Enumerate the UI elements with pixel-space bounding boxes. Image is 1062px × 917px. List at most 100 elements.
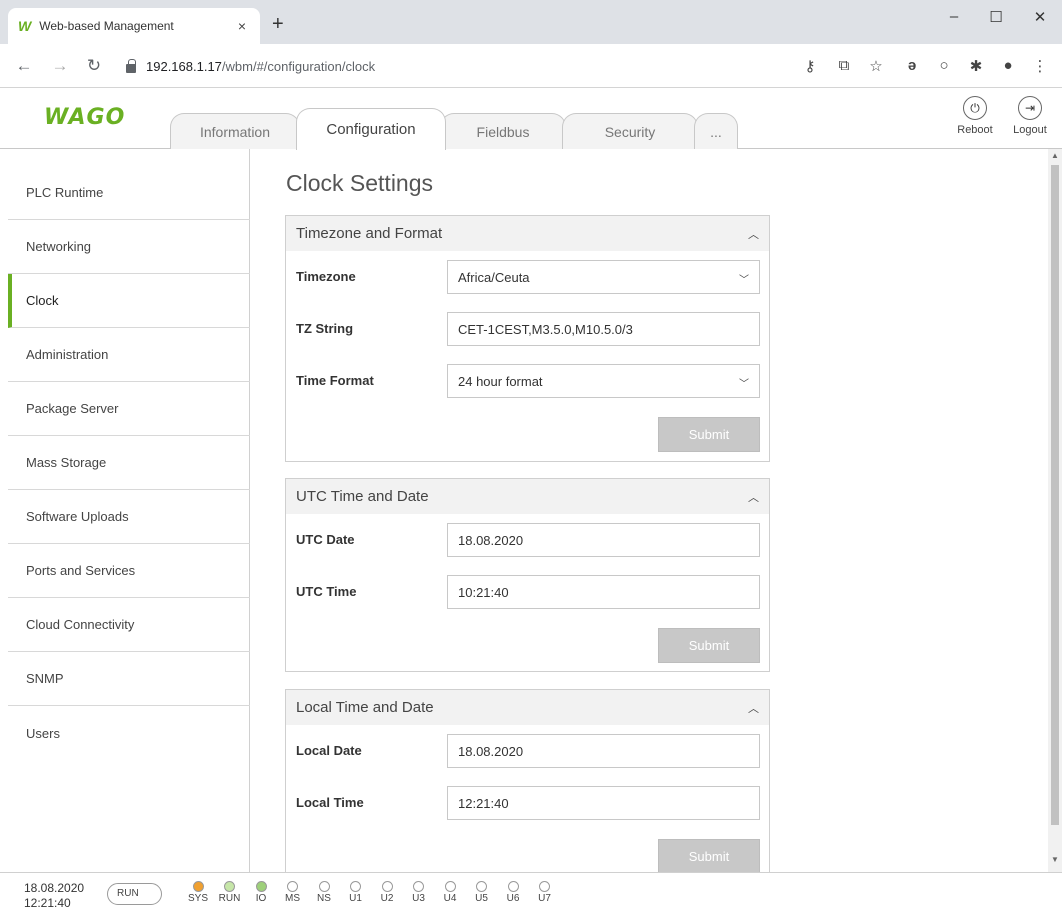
led-dot — [255, 881, 267, 892]
profile-avatar-icon[interactable]: ● — [998, 57, 1018, 74]
minimize-button[interactable]: – — [944, 8, 964, 25]
sidebar-item-snmp[interactable]: SNMP — [8, 652, 250, 706]
browser-title-bar: W Web-based Management × + – ☐ ✕ — [0, 0, 1062, 44]
utc-time-row: UTC Time 10:21:40 — [286, 575, 769, 609]
timezone-submit-button[interactable]: Submit — [658, 417, 760, 452]
led-u1: U1 — [344, 881, 368, 904]
tab-configuration[interactable]: Configuration — [296, 108, 446, 150]
led-label: U5 — [475, 893, 488, 904]
logout-button[interactable]: ⇥ Logout — [1010, 96, 1050, 136]
sidebar-item-users[interactable]: Users — [8, 706, 250, 760]
led-run: RUN — [218, 881, 242, 904]
utc-date-input[interactable]: 18.08.2020 — [447, 523, 760, 557]
url-text: 192.168.1.17/wbm/#/configuration/clock — [146, 58, 376, 74]
led-label: U2 — [380, 893, 394, 904]
led-dot — [539, 881, 550, 892]
sidebar-item-administration[interactable]: Administration — [8, 328, 250, 382]
wago-logo: WAGO — [44, 105, 126, 130]
forward-arrow-icon[interactable]: → — [50, 56, 70, 76]
sidebar-item-ports-and-services[interactable]: Ports and Services — [8, 544, 250, 598]
chevron-down-icon: ﹀ — [739, 275, 749, 286]
panel-header[interactable]: Local Time and Date ︿ — [286, 690, 769, 725]
run-switch[interactable]: RUN — [107, 883, 162, 905]
led-dot — [476, 881, 487, 892]
scroll-up-icon[interactable]: ▲ — [1048, 151, 1062, 160]
led-label: U7 — [538, 893, 551, 904]
logout-label: Logout — [1013, 124, 1047, 136]
timezone-select[interactable]: Africa/Ceuta ﹀ — [447, 260, 760, 294]
timezone-label: Timezone — [296, 269, 356, 284]
local-submit-button[interactable]: Submit — [658, 839, 760, 872]
timezone-format-panel: Timezone and Format ︿ Timezone Africa/Ce… — [285, 215, 770, 462]
menu-kebab-icon[interactable]: ⋮ — [1030, 57, 1050, 75]
tz-string-row: TZ String CET-1CEST,M3.5.0,M10.5.0/3 — [286, 312, 769, 346]
led-u3: U3 — [407, 881, 431, 904]
bookmark-star-icon[interactable]: ☆ — [866, 57, 886, 75]
led-label: RUN — [218, 893, 241, 904]
extension-a-icon[interactable]: ə — [902, 57, 922, 74]
sidebar-item-package-server[interactable]: Package Server — [8, 382, 250, 436]
chevron-down-icon: ﹀ — [739, 379, 749, 390]
tz-string-input[interactable]: CET-1CEST,M3.5.0,M10.5.0/3 — [447, 312, 760, 346]
reboot-label: Reboot — [957, 124, 993, 136]
browser-tab-title: Web-based Management — [39, 19, 174, 33]
panel-header[interactable]: Timezone and Format ︿ — [286, 216, 769, 251]
new-tab-button[interactable]: + — [272, 14, 284, 34]
close-tab-icon[interactable]: × — [234, 18, 250, 34]
led-u7: U7 — [533, 881, 557, 904]
tab-security[interactable]: Security — [562, 113, 698, 149]
led-sys: SYS — [186, 881, 210, 904]
utc-submit-button[interactable]: Submit — [658, 628, 760, 663]
sidebar-item-software-uploads[interactable]: Software Uploads — [8, 490, 250, 544]
extension-circle-icon[interactable]: ○ — [934, 57, 954, 74]
reboot-button[interactable]: ⏻ Reboot — [955, 96, 995, 136]
led-dot — [224, 881, 235, 892]
panel-header[interactable]: UTC Time and Date ︿ — [286, 479, 769, 514]
led-label: U6 — [506, 893, 520, 904]
panel-title: Local Time and Date — [296, 699, 434, 716]
scroll-down-icon[interactable]: ▼ — [1048, 855, 1062, 864]
scrollbar-thumb[interactable] — [1051, 165, 1059, 825]
local-time-label: Local Time — [296, 795, 364, 810]
led-io: IO — [249, 881, 273, 904]
key-icon[interactable]: ⚷ — [800, 57, 820, 75]
maximize-button[interactable]: ☐ — [986, 8, 1006, 26]
page-scrollbar[interactable]: ▲ ▼ — [1048, 149, 1062, 872]
back-arrow-icon[interactable]: ← — [14, 56, 34, 76]
local-time-input[interactable]: 12:21:40 — [447, 786, 760, 820]
browser-tab[interactable]: W Web-based Management × — [8, 8, 260, 44]
extensions-puzzle-icon[interactable]: ✱ — [966, 57, 986, 75]
local-time-date-panel: Local Time and Date ︿ Local Date 18.08.2… — [285, 689, 770, 872]
translate-icon[interactable]: ⧉ — [834, 57, 854, 74]
tz-string-value: CET-1CEST,M3.5.0,M10.5.0/3 — [458, 321, 633, 337]
logout-icon: ⇥ — [1018, 96, 1042, 120]
reload-icon[interactable]: ↻ — [84, 56, 104, 76]
chevron-up-icon[interactable]: ︿ — [748, 226, 759, 242]
close-window-button[interactable]: ✕ — [1030, 8, 1050, 26]
led-dot — [318, 881, 330, 892]
utc-time-input[interactable]: 10:21:40 — [447, 575, 760, 609]
led-u4: U4 — [438, 881, 462, 904]
led-label: IO — [255, 893, 267, 904]
timezone-value: Africa/Ceuta — [458, 269, 530, 285]
time-format-value: 24 hour format — [458, 373, 543, 389]
chevron-up-icon[interactable]: ︿ — [748, 489, 759, 505]
led-dot — [413, 881, 424, 892]
led-label: U1 — [349, 893, 362, 904]
sidebar-item-clock[interactable]: Clock — [8, 274, 250, 328]
sidebar-item-cloud-connectivity[interactable]: Cloud Connectivity — [8, 598, 250, 652]
panel-title: UTC Time and Date — [296, 488, 429, 505]
chevron-up-icon[interactable]: ︿ — [748, 700, 759, 716]
local-date-input[interactable]: 18.08.2020 — [447, 734, 760, 768]
sidebar-item-networking[interactable]: Networking — [8, 220, 250, 274]
tab-fieldbus[interactable]: Fieldbus — [440, 113, 566, 149]
sidebar-item-plc-runtime[interactable]: PLC Runtime — [8, 166, 250, 220]
tz-string-label: TZ String — [296, 321, 354, 336]
local-time-value: 12:21:40 — [458, 795, 509, 811]
sidebar-item-mass-storage[interactable]: Mass Storage — [8, 436, 250, 490]
led-dot — [507, 881, 519, 892]
tab-information[interactable]: Information — [170, 113, 300, 149]
status-bar: 18.08.2020 12:21:40 RUN SYS RUN IO MS NS U1 U2… — [0, 872, 1062, 917]
time-format-select[interactable]: 24 hour format ﹀ — [447, 364, 760, 398]
tab-more[interactable]: ... — [694, 113, 738, 149]
